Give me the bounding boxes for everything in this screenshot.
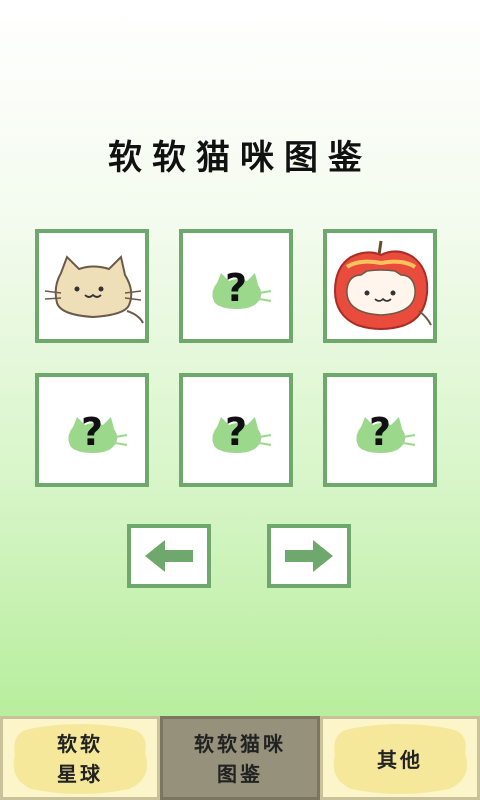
next-page-button[interactable]	[267, 524, 351, 588]
unknown-cat-silhouette-icon: ?	[356, 410, 416, 454]
cat-card-2[interactable]: ?	[179, 229, 293, 343]
cat-card-5[interactable]: ?	[179, 373, 293, 487]
tab-other-label: 其他	[377, 748, 423, 772]
unknown-cat-silhouette-icon: ?	[212, 266, 272, 310]
tab-cat-collection-label-2: 图鉴	[217, 762, 263, 786]
cat-card-3[interactable]	[323, 229, 437, 343]
arrow-right-icon	[285, 540, 333, 572]
tab-other[interactable]: 其他	[320, 716, 480, 800]
arrow-left-icon	[145, 540, 193, 572]
cat-card-1[interactable]	[35, 229, 149, 343]
tab-cat-collection[interactable]: 软软猫咪 图鉴	[160, 716, 320, 800]
page-title: 软软猫咪图鉴	[108, 138, 372, 178]
beige-cat-icon	[44, 255, 144, 324]
apple-cat-icon	[333, 240, 432, 330]
tab-planet-label-1: 软软	[57, 732, 103, 756]
bottom-tab-bar: 软软 星球 软软猫咪 图鉴 其他	[0, 716, 480, 800]
cat-card-4[interactable]: ?	[35, 373, 149, 487]
cat-card-6[interactable]: ?	[323, 373, 437, 487]
unknown-cat-silhouette-icon: ?	[68, 410, 128, 454]
question-mark: ?	[225, 266, 247, 310]
question-mark: ?	[81, 410, 103, 454]
unknown-cat-silhouette-icon: ?	[212, 410, 272, 454]
tab-planet-label-2: 星球	[57, 762, 103, 786]
question-mark: ?	[369, 410, 391, 454]
tab-planet[interactable]: 软软 星球	[0, 716, 160, 800]
tab-cat-collection-label-1: 软软猫咪	[194, 732, 286, 756]
prev-page-button[interactable]	[127, 524, 211, 588]
question-mark: ?	[225, 410, 247, 454]
